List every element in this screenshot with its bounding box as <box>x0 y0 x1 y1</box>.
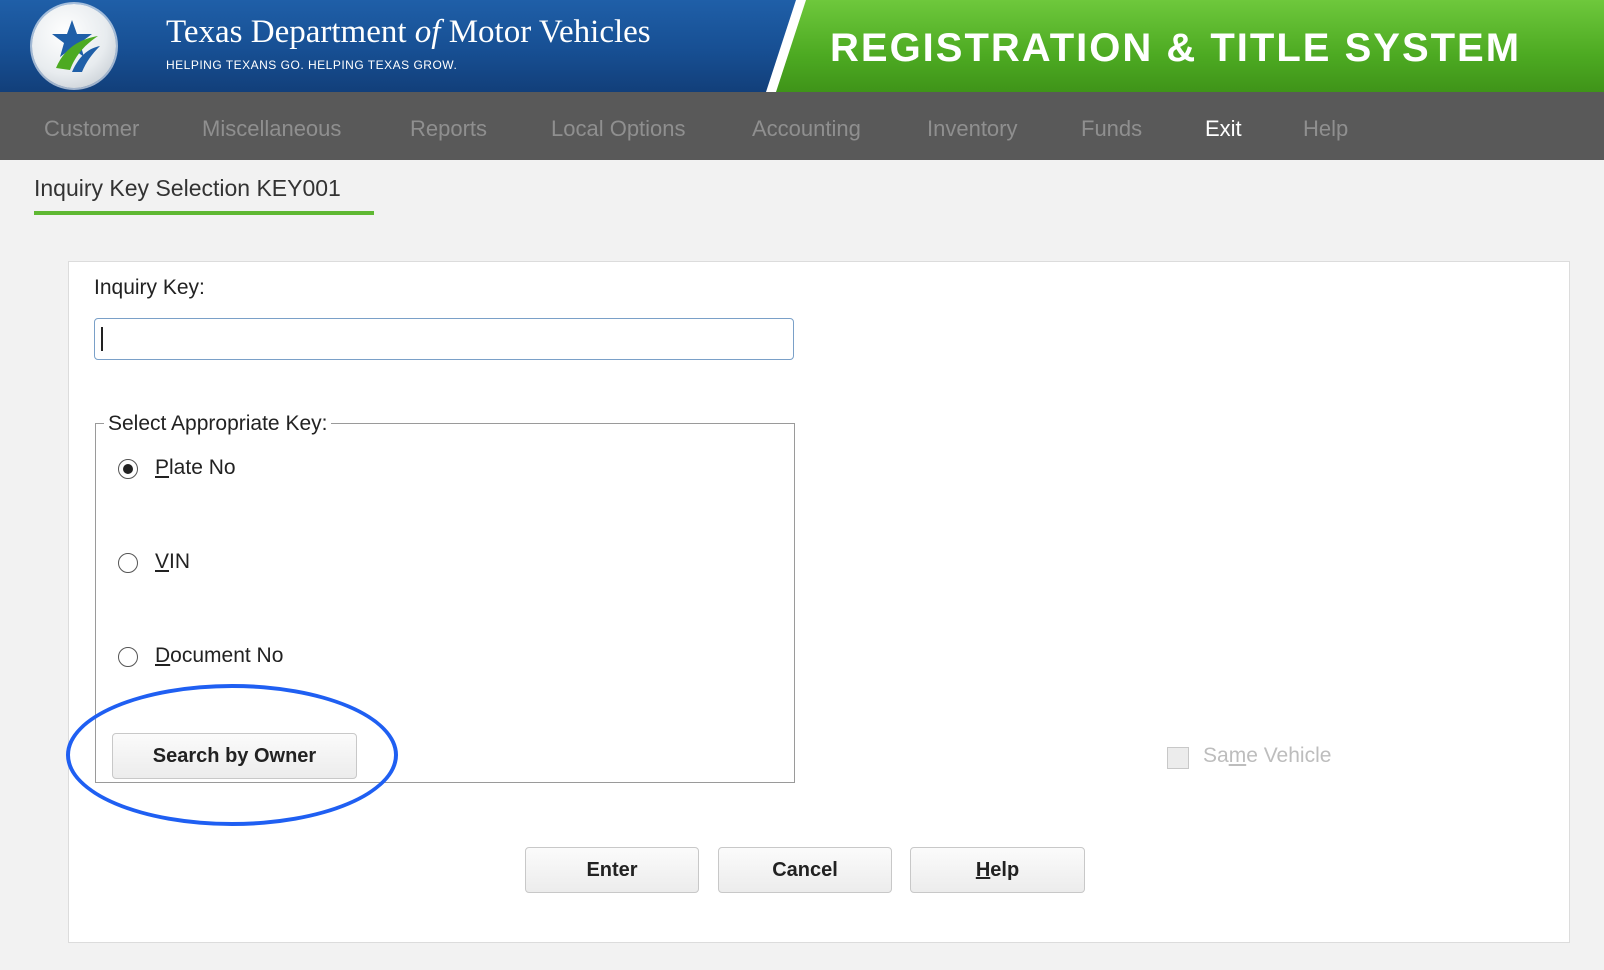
inquiry-key-label: Inquiry Key: <box>94 276 205 299</box>
system-title: REGISTRATION & TITLE SYSTEM <box>830 26 1522 70</box>
main-menubar: Customer Miscellaneous Reports Local Opt… <box>0 92 1604 160</box>
select-key-legend: Select Appropriate Key: <box>104 412 332 436</box>
txdmv-logo <box>32 4 116 88</box>
menu-item-miscellaneous[interactable]: Miscellaneous <box>202 116 341 142</box>
same-vehicle-checkbox[interactable] <box>1167 747 1189 769</box>
menu-item-accounting[interactable]: Accounting <box>752 116 861 142</box>
help-button[interactable]: Help <box>910 847 1085 893</box>
radio-button-plate-no[interactable] <box>118 459 138 479</box>
text-caret <box>101 327 103 351</box>
radio-button-document-no[interactable] <box>118 647 138 667</box>
menu-item-inventory[interactable]: Inventory <box>927 116 1018 142</box>
cancel-button[interactable]: Cancel <box>718 847 892 893</box>
same-vehicle-label[interactable]: Same Vehicle <box>1203 744 1331 768</box>
radio-label-plate-no[interactable]: Plate No <box>155 456 236 480</box>
menu-item-customer[interactable]: Customer <box>44 116 139 142</box>
radio-button-vin[interactable] <box>118 553 138 573</box>
menu-item-help[interactable]: Help <box>1303 116 1348 142</box>
star-swoosh-icon <box>52 20 100 72</box>
agency-name: Texas Department of Motor Vehicles <box>166 14 651 50</box>
radio-label-vin[interactable]: VIN <box>155 550 190 574</box>
menu-item-funds[interactable]: Funds <box>1081 116 1142 142</box>
menu-item-reports[interactable]: Reports <box>410 116 487 142</box>
page-title: Inquiry Key Selection KEY001 <box>34 175 341 201</box>
search-by-owner-button[interactable]: Search by Owner <box>112 733 357 779</box>
agency-tagline: HELPING TEXANS GO. HELPING TEXAS GROW. <box>166 58 458 72</box>
header-banner: Texas Department of Motor Vehicles HELPI… <box>0 0 1604 92</box>
menu-item-exit[interactable]: Exit <box>1205 116 1242 142</box>
inquiry-key-input[interactable] <box>94 318 794 360</box>
radio-label-document-no[interactable]: Document No <box>155 644 283 668</box>
enter-button[interactable]: Enter <box>525 847 699 893</box>
menu-item-local-options[interactable]: Local Options <box>551 116 686 142</box>
page-title-underline <box>34 211 374 215</box>
